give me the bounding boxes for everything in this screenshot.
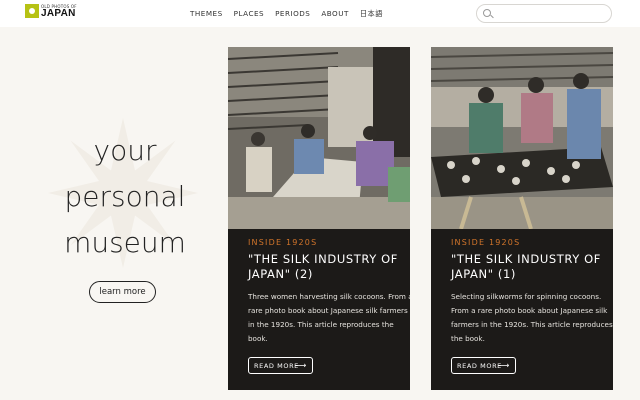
logo-mark-icon (25, 4, 39, 18)
article-card[interactable]: INSIDE 1920S "THE SILK INDUSTRY OF JAPAN… (228, 47, 410, 390)
hero-title-line: personal (64, 180, 186, 213)
site-logo[interactable]: OLD PHOTOS OF JAPAN (25, 4, 85, 22)
card-title[interactable]: "THE SILK INDUSTRY OF JAPAN" (2) (248, 252, 408, 282)
arrow-right-icon: ⟶ (497, 361, 510, 370)
card-description: Three women harvesting silk cocoons. Fro… (248, 292, 410, 343)
arrow-right-icon: ⟶ (294, 361, 307, 370)
nav-periods[interactable]: PERIODS (275, 8, 310, 20)
nav-places[interactable]: PLACES (234, 8, 264, 20)
learn-more-button[interactable]: learn more (89, 281, 156, 303)
read-more-button[interactable]: READ MORE ⟶ (248, 357, 313, 374)
hero-title: your personal museum (40, 128, 210, 266)
article-photo[interactable] (228, 47, 410, 229)
hero-title-line: museum (64, 226, 186, 259)
nav-themes[interactable]: THEMES (190, 8, 223, 20)
main-nav: THEMES PLACES PERIODS ABOUT 日本語 (190, 8, 394, 20)
card-description: Selecting silkworms for spinning cocoons… (451, 292, 613, 343)
nav-about[interactable]: ABOUT (321, 8, 349, 20)
search-icon[interactable] (483, 9, 491, 17)
hero-title-line: your (93, 134, 157, 167)
card-title[interactable]: "THE SILK INDUSTRY OF JAPAN" (1) (451, 252, 611, 282)
card-kicker: INSIDE 1920S (248, 238, 318, 247)
card-kicker: INSIDE 1920S (451, 238, 521, 247)
logo-big-text: JAPAN (41, 8, 76, 19)
search-box[interactable] (476, 4, 612, 23)
article-card[interactable]: INSIDE 1920S "THE SILK INDUSTRY OF JAPAN… (431, 47, 613, 390)
search-input[interactable] (495, 7, 607, 20)
read-more-button[interactable]: READ MORE ⟶ (451, 357, 516, 374)
read-more-label: READ MORE (254, 361, 299, 370)
site-header: OLD PHOTOS OF JAPAN THEMES PLACES PERIOD… (0, 0, 640, 27)
article-photo[interactable] (431, 47, 613, 229)
nav-language[interactable]: 日本語 (360, 8, 383, 20)
read-more-label: READ MORE (457, 361, 502, 370)
